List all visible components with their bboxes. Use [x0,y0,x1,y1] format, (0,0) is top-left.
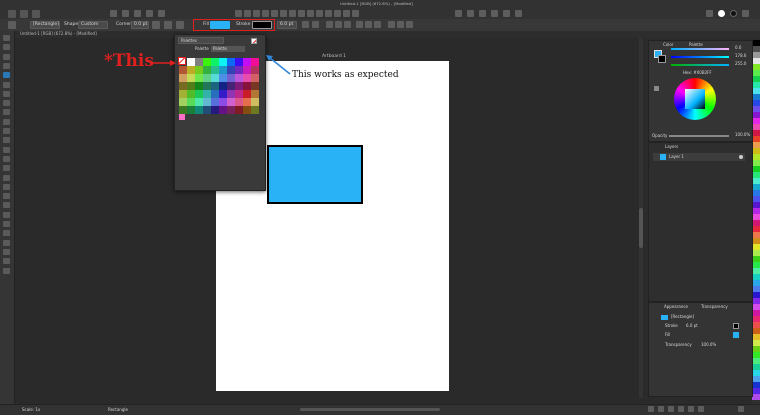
status-icons [648,406,748,414]
strip-swatch[interactable] [752,394,760,400]
palette-panel-tab[interactable]: Palette [689,43,703,47]
right-swatch-strip [752,40,760,404]
object-thumbnail [661,315,668,320]
appearance-stroke-label[interactable]: Stroke [665,324,678,328]
layer-name[interactable]: Layer 1 [669,155,684,159]
color-panel: Color Palette 0.0 178.6 255.0 Hex: #00B2… [648,40,753,142]
appearance-tab[interactable]: Appearance [664,305,688,309]
object-name: [Rectangle] [671,314,695,319]
camera-icon[interactable] [698,406,704,412]
appearance-stroke-swatch[interactable] [733,323,739,329]
mask-icon[interactable] [668,406,674,412]
annotation-arrows [153,55,291,75]
red-arrow-head [170,60,176,66]
hex-value[interactable]: Hex: #00B2FF [683,71,712,75]
appearance-fill-swatch[interactable] [733,332,739,338]
color-wheel-triangle[interactable] [685,89,705,109]
opacity-label: Opacity [652,133,668,138]
g-slider[interactable] [671,56,729,58]
layers-title[interactable]: Layers [665,145,678,149]
b-slider[interactable] [671,64,729,66]
r-slider[interactable] [671,48,729,50]
r-value[interactable]: 0.0 [735,46,741,50]
status-object: Rectangle [108,407,128,412]
stroke-color-well[interactable] [658,55,666,63]
blue-arrow-line [269,57,291,75]
layer-thumbnail [660,154,666,160]
layers-panel: Layers Layer 1 [648,142,753,302]
group-icon[interactable] [688,406,694,412]
opacity-slider[interactable] [669,135,729,137]
appearance-panel: Appearance Transparency [Rectangle] Stro… [648,302,753,397]
opacity-value[interactable]: 100.0% [735,133,750,137]
appearance-transparency-value[interactable]: 100.0% [701,343,716,347]
adjustment-icon[interactable] [678,406,684,412]
transparency-tab[interactable]: Transparency [701,305,728,309]
status-scale[interactable]: Scale: 1x [22,408,40,412]
appearance-stroke-value[interactable]: 6.0 pt [686,324,698,328]
works-annotation: This works as expected [292,70,399,80]
delete-icon[interactable] [738,406,744,412]
horizontal-scrollbar[interactable] [300,408,440,411]
layer-row[interactable]: Layer 1 [653,153,745,161]
eyedropper-icon[interactable] [654,86,659,91]
b-value[interactable]: 255.0 [735,62,746,66]
layer-visibility-icon[interactable] [739,155,743,159]
g-value[interactable]: 178.6 [735,54,746,58]
appearance-transparency-label: Transparency [665,342,692,347]
appearance-fill-label[interactable]: Fill [665,333,670,337]
fx-icon[interactable] [658,406,664,412]
add-layer-icon[interactable] [648,406,654,412]
status-bar: Scale: 1x Rectangle [0,404,760,415]
color-tab[interactable]: Color [663,43,673,47]
color-wheel[interactable] [674,78,716,120]
